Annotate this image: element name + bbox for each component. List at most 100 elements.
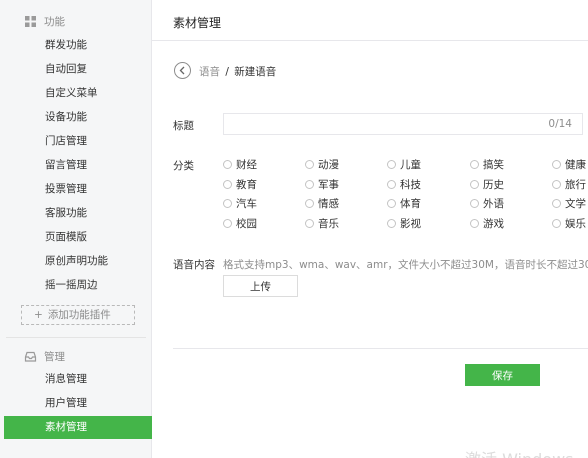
radio-label: 历史	[483, 179, 504, 191]
radio-label: 儿童	[400, 159, 421, 171]
title-label: 标题	[173, 120, 194, 132]
radio-label: 外语	[483, 198, 504, 210]
radio-label: 动漫	[318, 159, 339, 171]
back-button[interactable]	[174, 62, 191, 79]
category-radio-campus[interactable]: 校园	[223, 216, 257, 231]
radio-circle-icon	[470, 160, 479, 169]
category-radio-military[interactable]: 军事	[305, 177, 339, 192]
radio-label: 文学	[565, 198, 586, 210]
sidebar-item-original-declaration[interactable]: 原创声明功能	[4, 250, 152, 273]
category-radio-health[interactable]: 健康	[552, 157, 586, 172]
sidebar-item-mass-send[interactable]: 群发功能	[4, 34, 152, 57]
radio-circle-icon	[387, 199, 396, 208]
radio-label: 教育	[236, 179, 257, 191]
radio-circle-icon	[223, 199, 232, 208]
sidebar-item-page-template[interactable]: 页面模版	[4, 226, 152, 249]
radio-circle-icon	[223, 180, 232, 189]
title-char-counter: 0/14	[548, 118, 572, 130]
category-radio-sports[interactable]: 体育	[387, 196, 421, 211]
category-label: 分类	[173, 160, 194, 172]
radio-label: 娱乐	[565, 218, 586, 230]
manage-section-header: 管理	[24, 349, 65, 364]
radio-circle-icon	[223, 219, 232, 228]
radio-label: 财经	[236, 159, 257, 171]
category-radio-travel[interactable]: 旅行	[552, 177, 586, 192]
add-plugin-label: 添加功能插件	[47, 309, 111, 321]
sidebar-item-messages[interactable]: 消息管理	[4, 368, 152, 391]
radio-circle-icon	[470, 180, 479, 189]
form-divider	[173, 348, 588, 349]
chevron-left-icon	[179, 66, 185, 75]
upload-button[interactable]: 上传	[223, 275, 298, 297]
radio-circle-icon	[305, 219, 314, 228]
radio-circle-icon	[552, 180, 561, 189]
breadcrumb: 语音 / 新建语音	[199, 64, 276, 79]
radio-circle-icon	[552, 219, 561, 228]
category-radio-technology[interactable]: 科技	[387, 177, 421, 192]
radio-label: 体育	[400, 198, 421, 210]
radio-circle-icon	[305, 160, 314, 169]
radio-circle-icon	[552, 199, 561, 208]
sidebar-item-device[interactable]: 设备功能	[4, 106, 152, 129]
functions-section-header: 功能	[24, 14, 65, 29]
radio-circle-icon	[387, 160, 396, 169]
category-radio-comedy[interactable]: 搞笑	[470, 157, 504, 172]
sidebar-item-materials[interactable]: 素材管理	[4, 416, 152, 439]
breadcrumb-separator: /	[225, 66, 229, 78]
radio-label: 游戏	[483, 218, 504, 230]
voice-upload-hint: 格式支持mp3、wma、wav、amr，文件大小不超过30M，语音时长不超过30…	[223, 259, 588, 271]
category-radio-games[interactable]: 游戏	[470, 216, 504, 231]
radio-circle-icon	[305, 180, 314, 189]
add-plugin-button[interactable]: + 添加功能插件	[21, 305, 135, 325]
category-radio-emotion[interactable]: 情感	[305, 196, 339, 211]
radio-label: 科技	[400, 179, 421, 191]
breadcrumb-voice-link[interactable]: 语音	[199, 66, 220, 78]
category-radio-children[interactable]: 儿童	[387, 157, 421, 172]
radio-circle-icon	[387, 180, 396, 189]
title-input[interactable]	[224, 116, 524, 136]
manage-header-label: 管理	[44, 351, 65, 363]
radio-label: 汽车	[236, 198, 257, 210]
sidebar-item-custom-menu[interactable]: 自定义菜单	[4, 82, 152, 105]
radio-label: 影视	[400, 218, 421, 230]
category-radio-finance[interactable]: 财经	[223, 157, 257, 172]
windows-activation-watermark: 激活 Windows	[465, 446, 574, 458]
radio-circle-icon	[470, 219, 479, 228]
sidebar-item-auto-reply[interactable]: 自动回复	[4, 58, 152, 81]
title-divider	[152, 40, 588, 41]
grid-icon	[24, 15, 37, 28]
category-radio-music[interactable]: 音乐	[305, 216, 339, 231]
category-radio-history[interactable]: 历史	[470, 177, 504, 192]
radio-circle-icon	[223, 160, 232, 169]
sidebar-item-voting[interactable]: 投票管理	[4, 178, 152, 201]
save-button[interactable]: 保存	[465, 364, 540, 386]
sidebar-divider	[6, 337, 146, 338]
radio-circle-icon	[387, 219, 396, 228]
plus-icon: +	[34, 309, 43, 321]
category-radio-film[interactable]: 影视	[387, 216, 421, 231]
radio-label: 音乐	[318, 218, 339, 230]
category-radio-cars[interactable]: 汽车	[223, 196, 257, 211]
radio-label: 校园	[236, 218, 257, 230]
sidebar-item-store[interactable]: 门店管理	[4, 130, 152, 153]
main-content: 素材管理 语音 / 新建语音 标题 0/14 分类 财经 动漫 儿童 搞笑 健康…	[152, 0, 588, 458]
category-radio-foreign-language[interactable]: 外语	[470, 196, 504, 211]
sidebar-item-customer-service[interactable]: 客服功能	[4, 202, 152, 225]
radio-circle-icon	[552, 160, 561, 169]
title-field[interactable]: 0/14	[223, 113, 583, 136]
breadcrumb-current: 新建语音	[234, 66, 277, 78]
app-window: 功能 群发功能 自动回复 自定义菜单 设备功能 门店管理 留言管理 投票管理 客…	[0, 0, 588, 458]
sidebar-item-comments[interactable]: 留言管理	[4, 154, 152, 177]
radio-label: 情感	[318, 198, 339, 210]
category-radio-anime[interactable]: 动漫	[305, 157, 339, 172]
category-radio-entertainment[interactable]: 娱乐	[552, 216, 586, 231]
sidebar: 功能 群发功能 自动回复 自定义菜单 设备功能 门店管理 留言管理 投票管理 客…	[0, 0, 152, 458]
sidebar-item-shake[interactable]: 摇一摇周边	[4, 274, 152, 297]
radio-label: 军事	[318, 179, 339, 191]
inbox-icon	[24, 350, 37, 363]
radio-circle-icon	[470, 199, 479, 208]
category-radio-literature[interactable]: 文学	[552, 196, 586, 211]
radio-circle-icon	[305, 199, 314, 208]
sidebar-item-users[interactable]: 用户管理	[4, 392, 152, 415]
category-radio-education[interactable]: 教育	[223, 177, 257, 192]
